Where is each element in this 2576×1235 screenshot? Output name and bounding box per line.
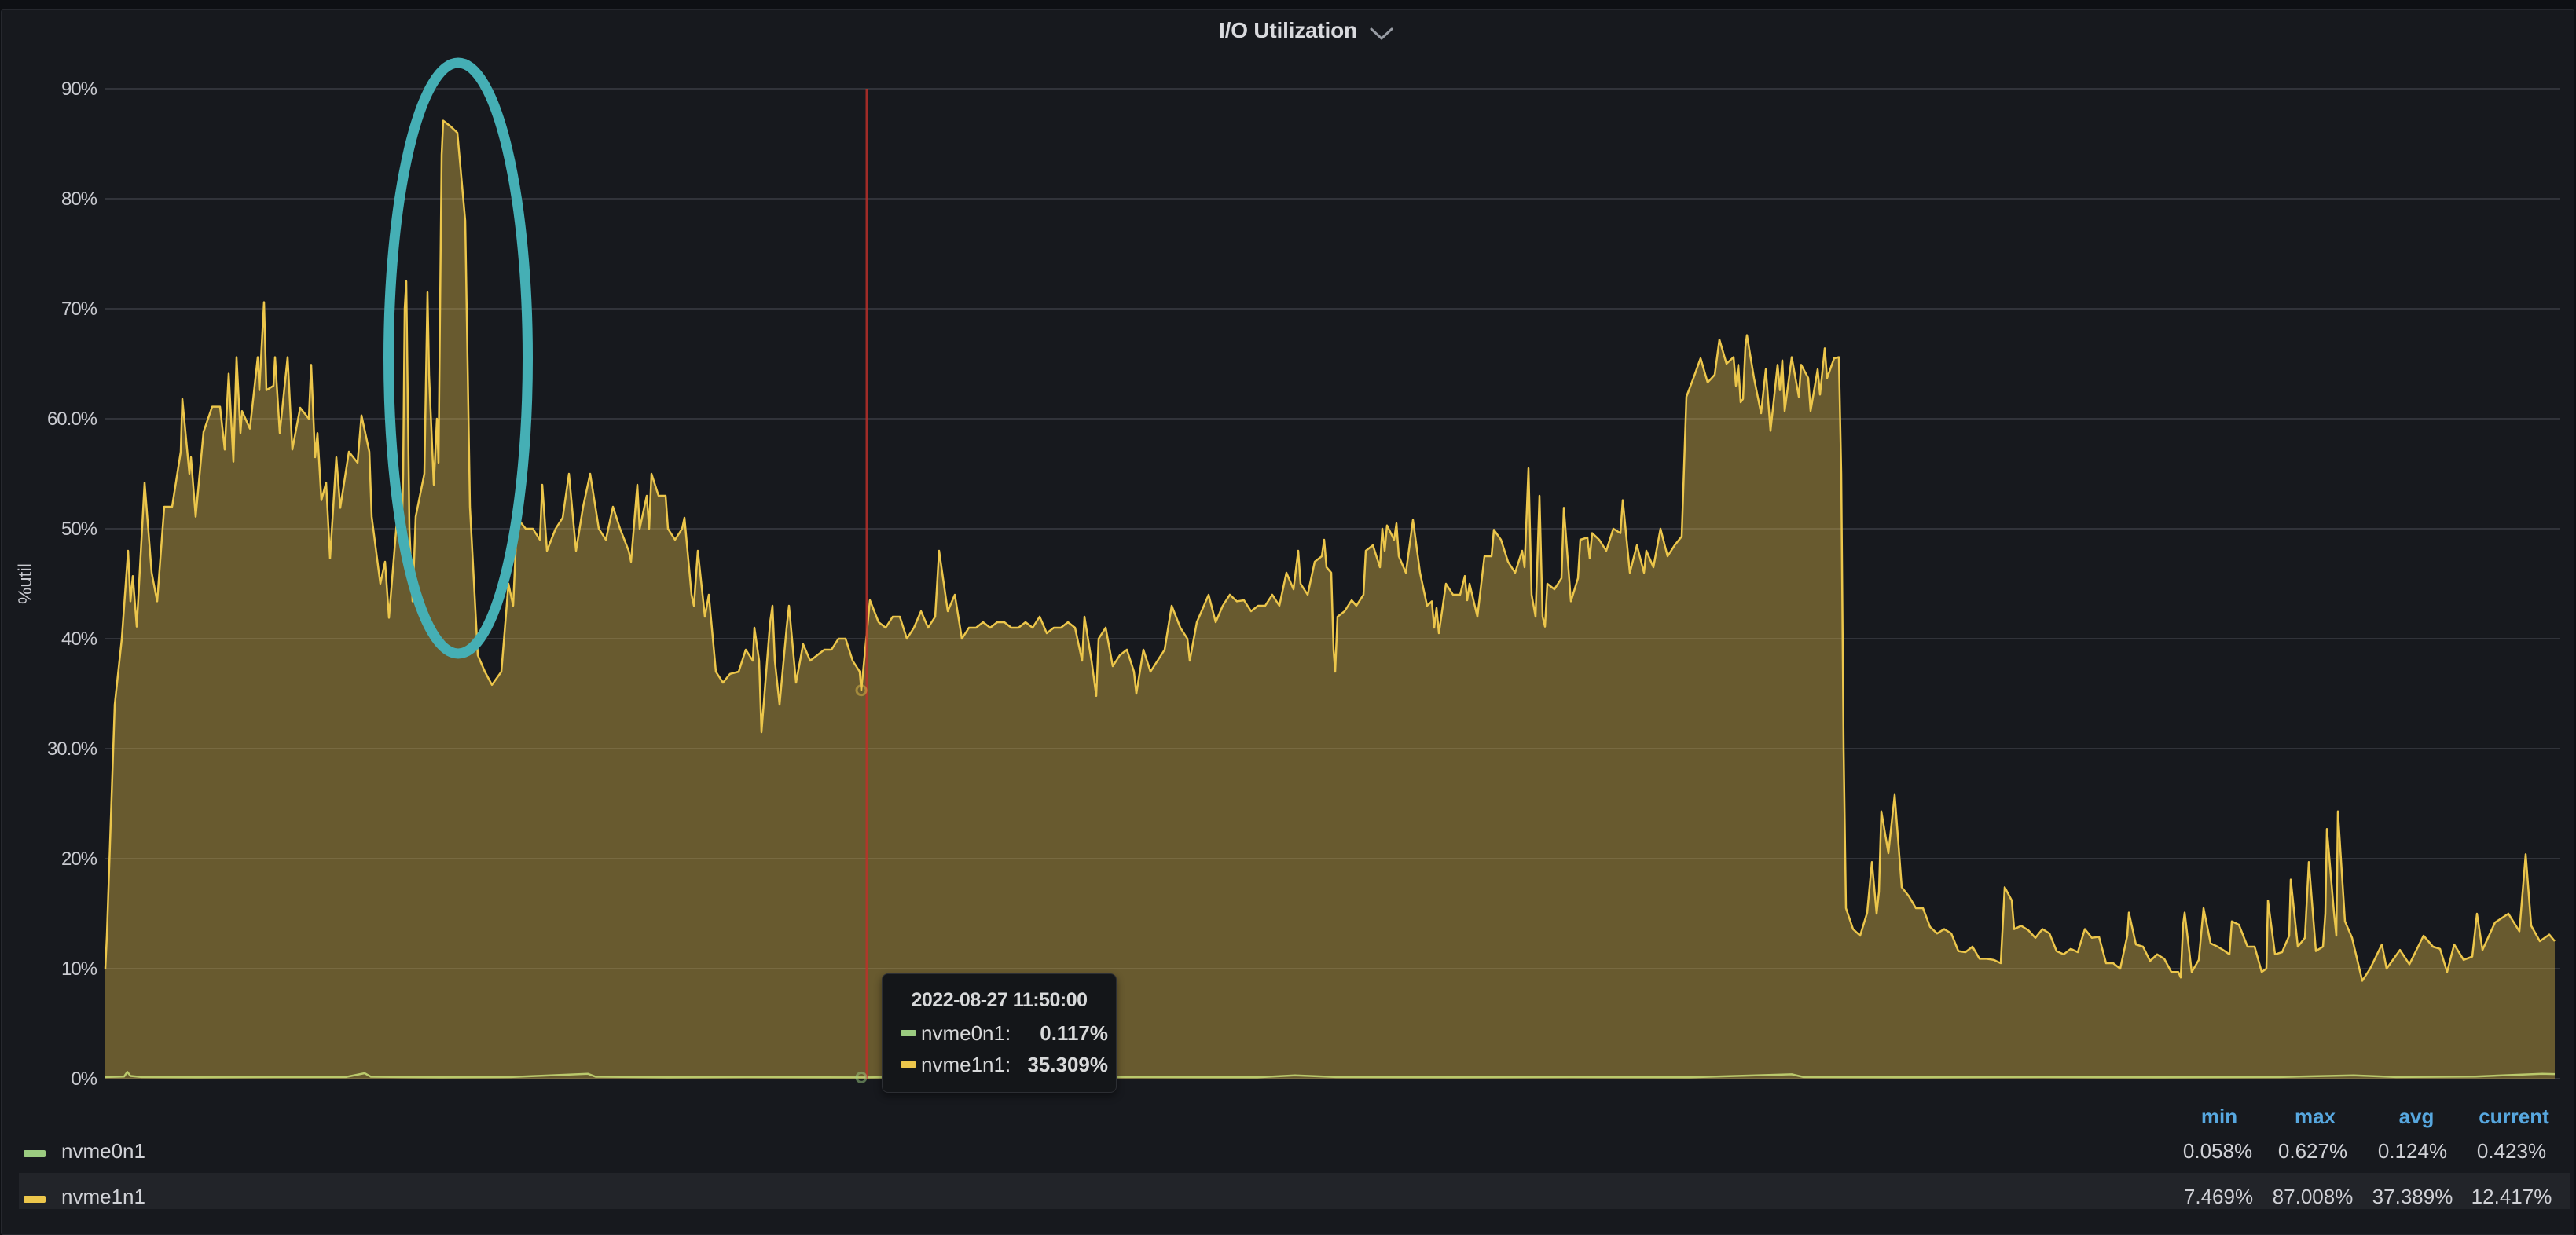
svg-text:40%: 40%: [61, 628, 97, 650]
svg-text:0%: 0%: [71, 1068, 97, 1090]
svg-text:30.0%: 30.0%: [47, 738, 97, 760]
svg-text:10%: 10%: [61, 958, 97, 980]
svg-text:60.0%: 60.0%: [47, 409, 97, 430]
svg-text:70%: 70%: [61, 299, 97, 320]
svg-text:%util: %util: [15, 563, 36, 604]
svg-text:20%: 20%: [61, 848, 97, 870]
svg-text:50%: 50%: [61, 519, 97, 540]
svg-text:90%: 90%: [61, 79, 97, 100]
svg-text:80%: 80%: [61, 189, 97, 210]
